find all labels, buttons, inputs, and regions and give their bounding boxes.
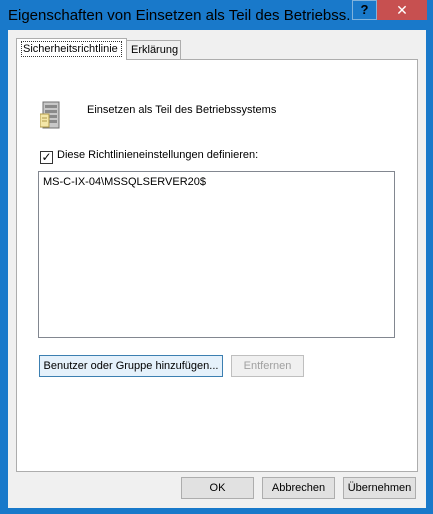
tab-explanation[interactable]: Erklärung [126, 40, 181, 60]
remove-button[interactable]: Entfernen [231, 355, 304, 377]
define-policy-checkbox[interactable]: ✓ [40, 151, 53, 164]
add-user-or-group-button[interactable]: Benutzer oder Gruppe hinzufügen... [39, 355, 223, 377]
define-policy-label[interactable]: Diese Richtlinieneinstellungen definiere… [57, 149, 258, 161]
accounts-listbox[interactable]: MS-C-IX-04\MSSQLSERVER20$ [38, 171, 395, 338]
list-item[interactable]: MS-C-IX-04\MSSQLSERVER20$ [43, 176, 206, 188]
ok-button[interactable]: OK [181, 477, 254, 499]
policy-name: Einsetzen als Teil des Betriebssystems [87, 104, 277, 116]
close-button[interactable]: ✕ [377, 0, 427, 20]
help-button[interactable]: ? [352, 0, 377, 20]
apply-button[interactable]: Übernehmen [343, 477, 416, 499]
dialog-client: Sicherheitsrichtlinie Erklärung Einsetze… [8, 30, 426, 508]
tab-panel: Einsetzen als Teil des Betriebssystems ✓… [16, 59, 418, 472]
server-icon [40, 101, 60, 129]
window-title: Eigenschaften von Einsetzen als Teil des… [8, 7, 350, 24]
tab-label: Sicherheitsrichtlinie [21, 41, 122, 57]
cancel-button[interactable]: Abbrechen [262, 477, 335, 499]
tab-security-policy[interactable]: Sicherheitsrichtlinie [16, 38, 127, 60]
